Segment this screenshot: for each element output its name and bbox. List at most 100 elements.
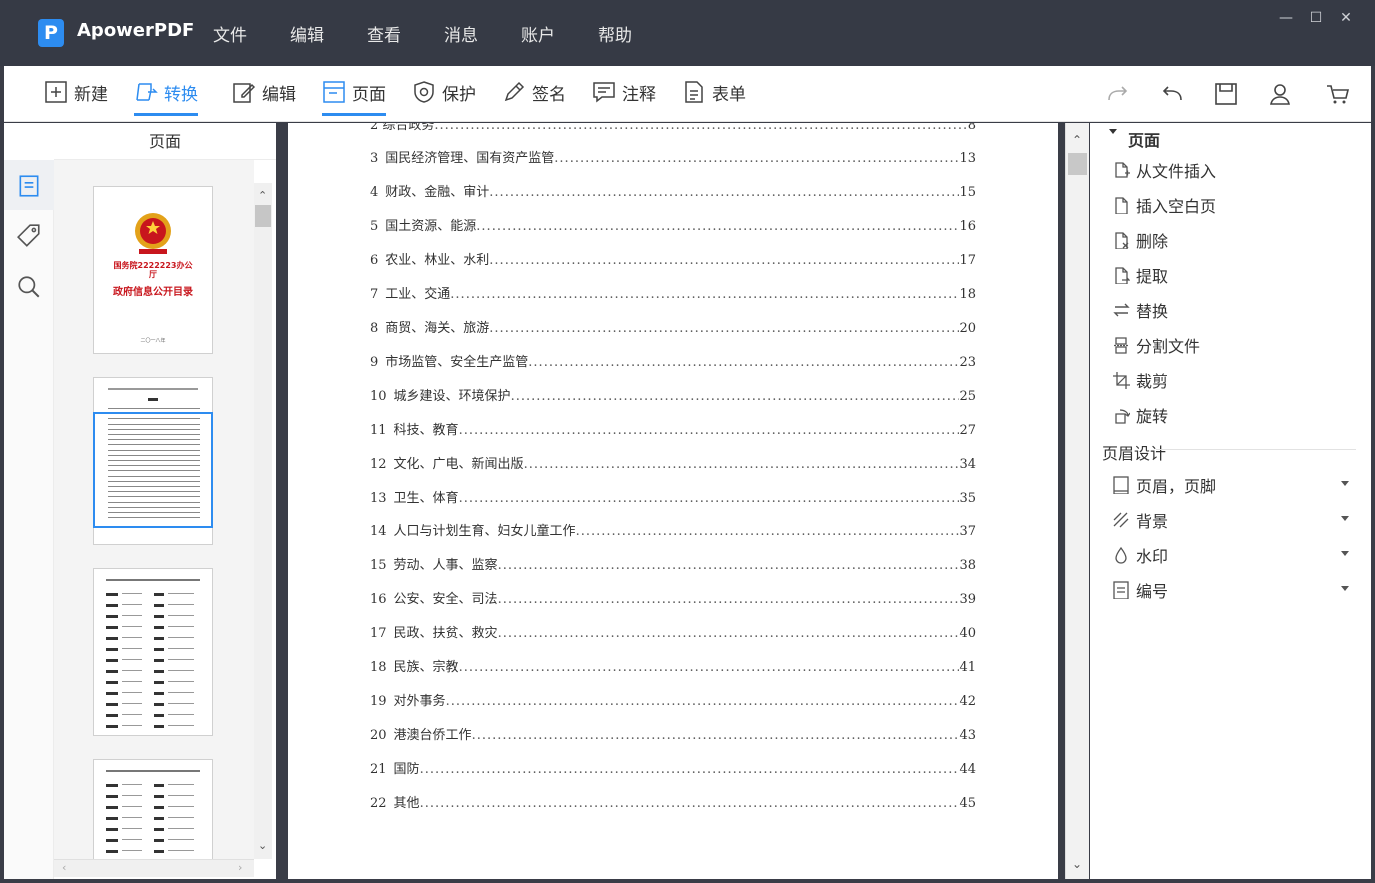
panel-item-label: 裁剪: [1136, 372, 1169, 391]
menu-view[interactable]: 查看: [367, 21, 401, 46]
panel-item-label: 从文件插入: [1136, 162, 1217, 181]
panel-item-split[interactable]: 分割文件: [1112, 333, 1357, 357]
toc-row[interactable]: 8 商贸、海关、旅游...............................…: [370, 317, 976, 337]
dropdown-caret-icon[interactable]: [1341, 481, 1349, 486]
toc-row[interactable]: 15 劳动、人事、监察..............................…: [370, 554, 976, 574]
toc-number: 19: [370, 694, 387, 710]
panel-item-header-footer[interactable]: 页眉，页脚: [1112, 473, 1357, 497]
toc-row[interactable]: 20 港澳台侨工作................................…: [370, 724, 976, 744]
toc-title: 卫生、体育: [393, 490, 459, 506]
doc-scroll-thumb[interactable]: [1068, 153, 1087, 175]
panel-item-label: 删除: [1136, 232, 1169, 251]
toc-page-number: 38: [959, 558, 976, 574]
toc-row[interactable]: 6 农业、林业、水利...............................…: [370, 249, 976, 269]
sign-button[interactable]: 签名: [502, 80, 566, 118]
menu-messages[interactable]: 消息: [444, 21, 478, 46]
panel-item-replace[interactable]: 替换: [1112, 298, 1357, 322]
menu-file[interactable]: 文件: [213, 21, 247, 46]
toc-number: 8: [370, 320, 379, 336]
toc-title: 商贸、海关、旅游: [385, 320, 490, 336]
toc-row[interactable]: 17 民政、扶贫、救灾..............................…: [370, 622, 976, 642]
panel-item-watermark[interactable]: 水印: [1112, 543, 1357, 567]
protect-button[interactable]: 保护: [412, 80, 476, 118]
page-thumbnail-1[interactable]: 国务院2222223办公 厅 政府信息公开目录 二〇一八年: [93, 186, 213, 354]
panel-item-rotate[interactable]: 旋转: [1112, 403, 1357, 427]
form-button[interactable]: 表单: [682, 80, 746, 118]
toc-title: 市场监管、安全生产监管: [385, 354, 529, 370]
document-scrollbar[interactable]: ⌃ ⌄: [1065, 123, 1089, 879]
dropdown-caret-icon[interactable]: [1341, 586, 1349, 591]
undo-icon[interactable]: [1160, 82, 1184, 106]
close-button[interactable]: ✕: [1331, 10, 1361, 26]
maximize-button[interactable]: ☐: [1301, 10, 1331, 26]
convert-button[interactable]: 转换: [134, 80, 198, 118]
menu-edit[interactable]: 编辑: [290, 21, 324, 46]
save-icon[interactable]: [1214, 82, 1238, 106]
menu-bar: 文件 编辑 查看 消息 账户 帮助: [213, 21, 675, 46]
toc-row[interactable]: 11 科技、教育.................................…: [370, 419, 976, 439]
collapse-caret-icon[interactable]: [1109, 129, 1117, 134]
toc-title: 文化、广电、新闻出版: [393, 456, 524, 472]
scroll-thumb[interactable]: [255, 205, 271, 227]
viewport-indicator[interactable]: [93, 412, 213, 528]
thumb-title-line3: 政府信息公开目录: [113, 287, 193, 298]
page-button[interactable]: 页面: [322, 80, 386, 118]
thumbnail-hscrollbar[interactable]: ‹ ›: [54, 859, 254, 877]
toc-row[interactable]: 3 国民经济管理、国有资产监管..........................…: [370, 147, 976, 167]
user-icon[interactable]: [1268, 82, 1292, 106]
panel-item-delete-page[interactable]: 删除: [1112, 228, 1357, 252]
toc-row[interactable]: 13 卫生、体育.................................…: [370, 487, 976, 507]
toc-number: 13: [370, 490, 387, 506]
page-tools-panel: 页面 从文件插入 插入空白页 删除 提取 替换 分割文件 裁剪 旋转 页眉设计 页眉，页脚 背景…: [1090, 123, 1371, 879]
panel-item-numbering[interactable]: 编号: [1112, 578, 1357, 602]
menu-account[interactable]: 账户: [521, 21, 555, 46]
page-thumbnail-4[interactable]: [93, 759, 213, 859]
dropdown-caret-icon[interactable]: [1341, 516, 1349, 521]
toc-title: 财政、金融、审计: [385, 184, 490, 200]
comment-button[interactable]: 注释: [592, 80, 656, 118]
toc-row[interactable]: 12 文化、广电、新闻出版............................…: [370, 453, 976, 473]
minimize-button[interactable]: —: [1271, 10, 1301, 26]
panel-item-background[interactable]: 背景: [1112, 508, 1357, 532]
panel-item-label: 分割文件: [1136, 337, 1201, 356]
document-page[interactable]: 2 综合政务..................................…: [288, 123, 1058, 879]
toc-row[interactable]: 9 市场监管、安全生产监管............................…: [370, 351, 976, 371]
toc-row[interactable]: 10 城乡建设、环境保护.............................…: [370, 385, 976, 405]
redo-icon[interactable]: [1106, 82, 1130, 106]
toc-title: 农业、林业、水利: [385, 252, 490, 268]
panel-item-label: 替换: [1136, 302, 1169, 321]
menu-help[interactable]: 帮助: [598, 21, 632, 46]
toc-row[interactable]: 16 公安、安全、司法..............................…: [370, 588, 976, 608]
new-button[interactable]: 新建: [44, 80, 108, 118]
edit-button[interactable]: 编辑: [232, 80, 296, 118]
toc-row[interactable]: 5 国土资源、能源................................…: [370, 215, 976, 235]
toc-row[interactable]: 4 财政、金融、审计...............................…: [370, 181, 976, 201]
protect-label: 保护: [442, 85, 476, 105]
panel-item-blank-page[interactable]: 插入空白页: [1112, 193, 1357, 217]
toc-title: 民政、扶贫、救灾: [393, 626, 498, 642]
header-footer-icon: [1113, 476, 1129, 494]
thumbnail-scrollbar[interactable]: ⌃ ⌄: [254, 183, 272, 859]
search-icon[interactable]: [16, 274, 42, 300]
dropdown-caret-icon[interactable]: [1341, 551, 1349, 556]
cart-icon[interactable]: [1326, 82, 1350, 106]
toc-row[interactable]: 21 国防....................................…: [370, 758, 976, 778]
panel-item-crop[interactable]: 裁剪: [1112, 368, 1357, 392]
toc-number: 6: [370, 252, 379, 268]
form-icon: [685, 81, 703, 103]
toc-row[interactable]: 14 人口与计划生育、妇女儿童工作........................…: [370, 520, 976, 540]
rotate-icon: [1115, 409, 1130, 424]
toc-row[interactable]: 18 民族、宗教.................................…: [370, 656, 976, 676]
page-thumbnail-2[interactable]: [93, 377, 213, 545]
document-view: 2 综合政务..................................…: [276, 123, 1062, 879]
page-thumbnail-3[interactable]: [93, 568, 213, 736]
panel-item-insert-file[interactable]: 从文件插入: [1112, 158, 1357, 182]
toc-row[interactable]: 22 其他....................................…: [370, 792, 976, 812]
page-thumb-icon[interactable]: [16, 173, 42, 199]
toc-title: 工业、交通: [385, 286, 451, 302]
toc-row[interactable]: 7 工业、交通..................................…: [370, 283, 976, 303]
bookmark-tag-icon[interactable]: [16, 223, 42, 249]
toc-row[interactable]: 19 对外事务..................................…: [370, 690, 976, 710]
panel-item-extract-page[interactable]: 提取: [1112, 263, 1357, 287]
panel-item-label: 编号: [1136, 582, 1169, 601]
